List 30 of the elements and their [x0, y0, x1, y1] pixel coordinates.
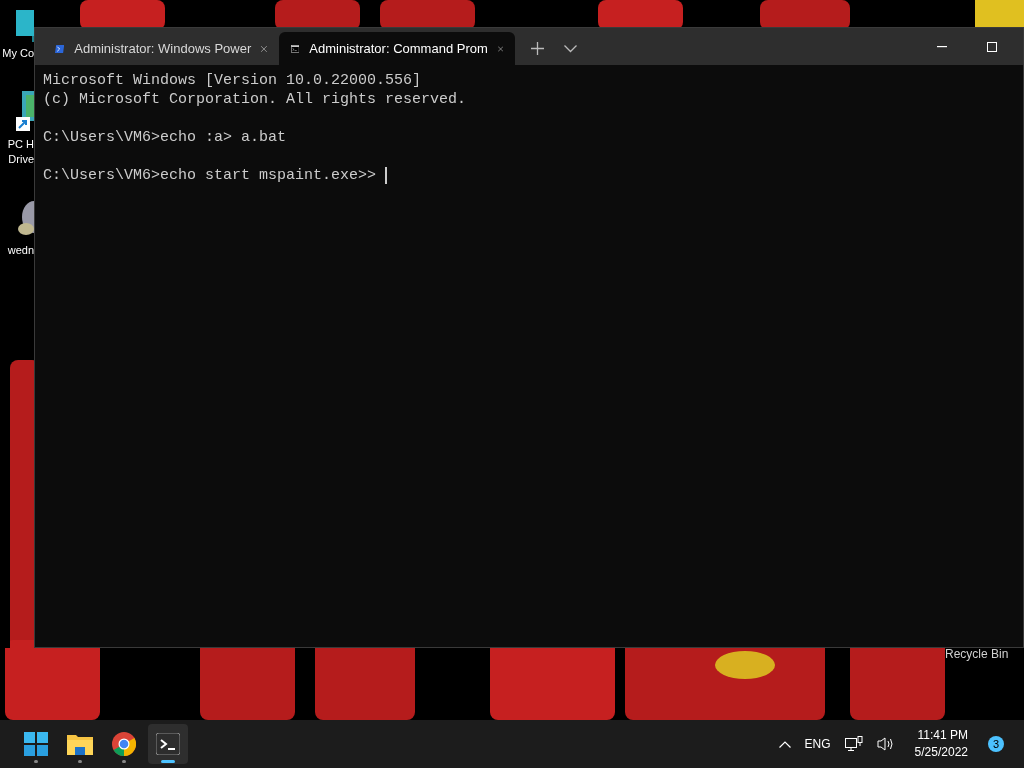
chevron-down-icon[interactable] [564, 44, 577, 53]
clock-date[interactable]: 5/25/2022 [914, 744, 968, 761]
terminal-icon [156, 733, 180, 755]
tab-title: Administrator: Command Prom [309, 39, 488, 58]
desktop-icon-label[interactable]: Recycle Bin [945, 647, 1009, 662]
desktop-icon-label[interactable]: My Co [2, 46, 34, 61]
close-icon[interactable] [261, 43, 267, 54]
maximize-icon[interactable] [987, 41, 997, 52]
speaker-icon[interactable] [876, 736, 895, 752]
plus-icon[interactable] [531, 42, 544, 55]
clock-time[interactable]: 11:41 PM [917, 727, 968, 744]
tab-title: Administrator: Windows Power [74, 39, 252, 58]
notification-badge[interactable]: 3 [988, 736, 1004, 752]
taskbar-app-button[interactable] [148, 724, 188, 764]
close-icon[interactable] [497, 43, 503, 54]
chrome-icon [112, 732, 136, 756]
console-line: C:\Users\VM6>echo start mspaint.exe>> [43, 166, 378, 185]
tab[interactable]: Administrator: Command Prom [279, 32, 515, 65]
desktop-icon-label[interactable]: PC H Drive [7, 137, 34, 167]
windows-logo-icon [24, 732, 48, 756]
chevron-up-icon[interactable] [778, 740, 791, 748]
desktop-icon-label[interactable]: wedn [7, 243, 34, 258]
folder-icon [67, 733, 93, 755]
console-line: C:\Users\VM6>echo :a> a.bat [43, 128, 287, 147]
tab[interactable]: Administrator: Windows Power [43, 32, 279, 65]
minimize-icon[interactable] [937, 45, 947, 48]
console-line: (c) Microsoft Corporation. All rights reserved. [43, 90, 467, 109]
language-indicator[interactable]: ENG [804, 735, 831, 753]
console-line: Microsoft Windows [Version 10.0.22000.556] [43, 71, 422, 90]
network-icon[interactable] [844, 736, 863, 752]
